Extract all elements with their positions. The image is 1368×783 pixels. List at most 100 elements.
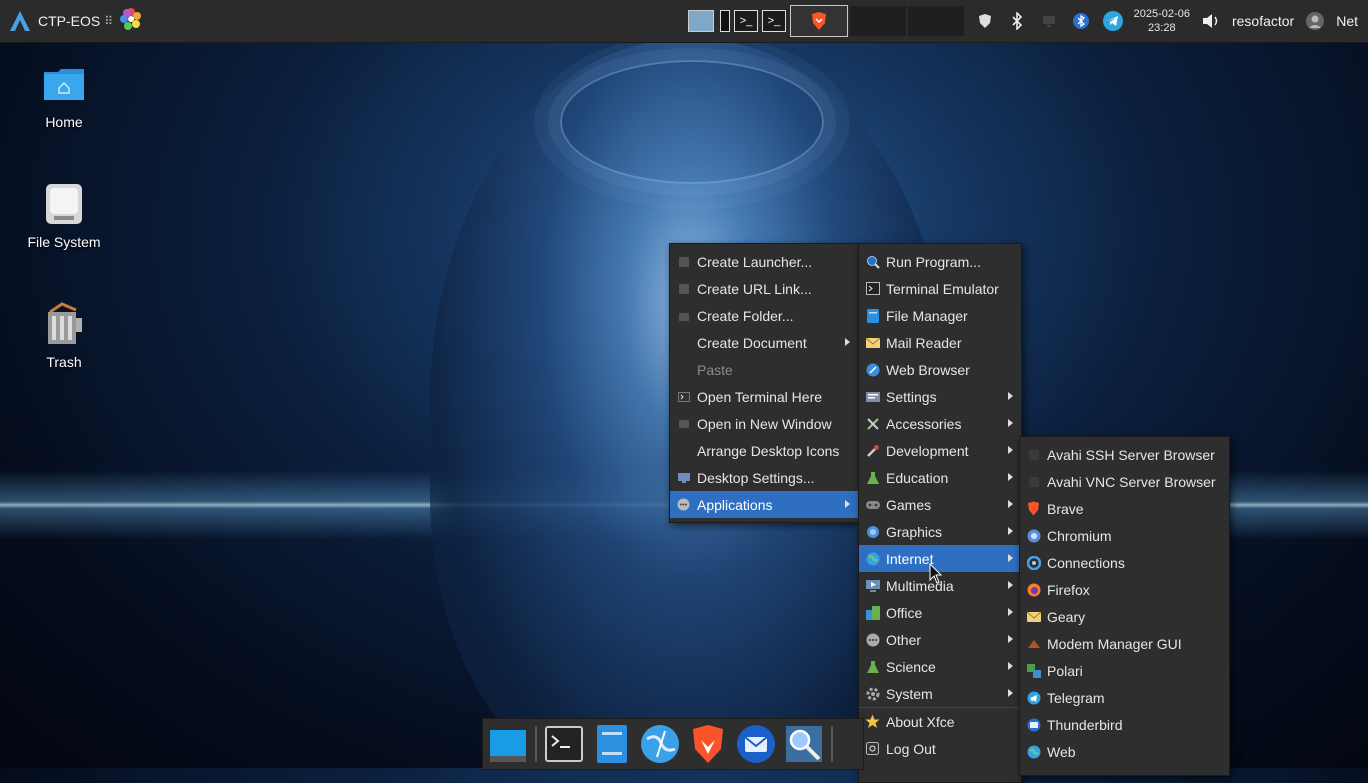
menu-item-firefox[interactable]: Firefox: [1020, 576, 1229, 603]
bluetooth-icon[interactable]: [1006, 10, 1028, 32]
menu-item-label: Desktop Settings...: [697, 469, 815, 486]
menu-item-run-program[interactable]: Run Program...: [859, 248, 1021, 275]
menu-item-web[interactable]: Web: [1020, 738, 1229, 765]
menu-item-open-in-new-window[interactable]: Open in New Window: [670, 410, 858, 437]
shield-icon[interactable]: [974, 10, 996, 32]
panel-handle-icon[interactable]: ⠿: [104, 14, 113, 28]
menu-item-label: Web Browser: [886, 361, 970, 378]
flower-launcher-icon[interactable]: [119, 7, 143, 35]
other-icon: [865, 632, 880, 647]
submenu-arrow-icon: [1008, 500, 1013, 508]
internet-icon: [865, 551, 880, 566]
menu-item-development[interactable]: Development: [859, 437, 1021, 464]
menu-item-create-launcher[interactable]: Create Launcher...: [670, 248, 858, 275]
menu-item-label: Development: [886, 442, 969, 459]
display-icon[interactable]: [1038, 10, 1060, 32]
menu-item-applications[interactable]: Applications: [670, 491, 858, 518]
avatar[interactable]: [1304, 10, 1326, 32]
education-icon: [865, 470, 880, 485]
clock[interactable]: 2025-02-06 23:28: [1134, 7, 1190, 35]
submenu-arrow-icon: [1008, 419, 1013, 427]
menu-item-terminal-emulator[interactable]: Terminal Emulator: [859, 275, 1021, 302]
dock-search[interactable]: [783, 723, 825, 765]
document-icon: [676, 335, 691, 350]
submenu-arrow-icon: [1008, 635, 1013, 643]
system-monitor-icon: [688, 10, 714, 32]
menu-item-create-folder[interactable]: Create Folder...: [670, 302, 858, 329]
submenu-arrow-icon: [1008, 446, 1013, 454]
menu-item-other[interactable]: Other: [859, 626, 1021, 653]
office-icon: [865, 605, 880, 620]
menu-item-graphics[interactable]: Graphics: [859, 518, 1021, 545]
menu-item-avahi-vnc-server-browser[interactable]: Avahi VNC Server Browser: [1020, 468, 1229, 495]
menu-item-log-out[interactable]: Log Out: [859, 735, 1021, 762]
menu-item-label: Arrange Desktop Icons: [697, 442, 840, 459]
task-empty-2[interactable]: [908, 6, 964, 36]
brave-icon: [1026, 501, 1041, 516]
menu-item-label: Create Document: [697, 334, 807, 351]
submenu-arrow-icon: [1008, 689, 1013, 697]
thunderbird-icon: [1026, 717, 1041, 732]
menu-item-polari[interactable]: Polari: [1020, 657, 1229, 684]
menu-item-modem-manager-gui[interactable]: Modem Manager GUI: [1020, 630, 1229, 657]
menu-item-label: Internet: [886, 550, 934, 567]
menu-item-accessories[interactable]: Accessories: [859, 410, 1021, 437]
menu-item-create-document[interactable]: Create Document: [670, 329, 858, 356]
internet-submenu: Avahi SSH Server Browser Avahi VNC Serve…: [1019, 436, 1230, 776]
dock-thunderbird[interactable]: [735, 723, 777, 765]
multimedia-icon: [865, 578, 880, 593]
task-empty-1[interactable]: [850, 6, 906, 36]
applications-submenu: Run Program... Terminal Emulator File Ma…: [858, 243, 1022, 783]
dock-file-manager[interactable]: [591, 723, 633, 765]
submenu-arrow-icon: [1008, 392, 1013, 400]
task-window-1[interactable]: [718, 6, 732, 36]
desktop-icon-trash[interactable]: Trash: [14, 302, 114, 370]
menu-item-geary[interactable]: Geary: [1020, 603, 1229, 630]
system-icon: [865, 686, 880, 701]
dock-terminal[interactable]: [543, 723, 585, 765]
folder-icon: [676, 308, 691, 323]
telegram-icon[interactable]: [1102, 10, 1124, 32]
menu-item-brave[interactable]: Brave: [1020, 495, 1229, 522]
bluetooth-blue-icon[interactable]: [1070, 10, 1092, 32]
dock-brave[interactable]: [687, 723, 729, 765]
menu-item-desktop-settings[interactable]: Desktop Settings...: [670, 464, 858, 491]
app-menu-logo-icon[interactable]: [8, 9, 32, 33]
menu-item-web-browser[interactable]: Web Browser: [859, 356, 1021, 383]
panel-title[interactable]: CTP-EOS: [38, 13, 100, 29]
menu-item-system[interactable]: System: [859, 680, 1021, 707]
menu-item-file-manager[interactable]: File Manager: [859, 302, 1021, 329]
polari-icon: [1026, 663, 1041, 678]
user-name[interactable]: resofactor: [1232, 13, 1294, 29]
menu-item-settings[interactable]: Settings: [859, 383, 1021, 410]
development-icon: [865, 443, 880, 458]
menu-item-label: Chromium: [1047, 527, 1112, 544]
task-terminal-1[interactable]: >_: [732, 6, 760, 36]
desktop-icon-file-system[interactable]: File System: [14, 182, 114, 250]
desktop-icon-home[interactable]: Home: [14, 62, 114, 130]
task-brave-window[interactable]: [790, 5, 848, 37]
menu-item-telegram[interactable]: Telegram: [1020, 684, 1229, 711]
task-monitor-app[interactable]: [688, 6, 718, 36]
task-terminal-2[interactable]: >_: [760, 6, 788, 36]
submenu-arrow-icon: [1008, 608, 1013, 616]
menu-item-education[interactable]: Education: [859, 464, 1021, 491]
desktop-icon-label: File System: [27, 234, 101, 250]
menu-item-chromium[interactable]: Chromium: [1020, 522, 1229, 549]
menu-item-science[interactable]: Science: [859, 653, 1021, 680]
volume-icon[interactable]: [1200, 10, 1222, 32]
menu-item-about-xfce[interactable]: About Xfce: [859, 708, 1021, 735]
dock-web-browser[interactable]: [639, 723, 681, 765]
menu-item-arrange-desktop-icons[interactable]: Arrange Desktop Icons: [670, 437, 858, 464]
menu-item-thunderbird[interactable]: Thunderbird: [1020, 711, 1229, 738]
menu-item-connections[interactable]: Connections: [1020, 549, 1229, 576]
dock-show-desktop[interactable]: [487, 723, 529, 765]
menu-item-mail-reader[interactable]: Mail Reader: [859, 329, 1021, 356]
submenu-arrow-icon: [1008, 527, 1013, 535]
menu-item-open-terminal-here[interactable]: Open Terminal Here: [670, 383, 858, 410]
menu-item-avahi-ssh-server-browser[interactable]: Avahi SSH Server Browser: [1020, 441, 1229, 468]
menu-item-create-url-link[interactable]: Create URL Link...: [670, 275, 858, 302]
menu-item-games[interactable]: Games: [859, 491, 1021, 518]
network-indicator[interactable]: Net: [1336, 13, 1358, 29]
menu-item-office[interactable]: Office: [859, 599, 1021, 626]
